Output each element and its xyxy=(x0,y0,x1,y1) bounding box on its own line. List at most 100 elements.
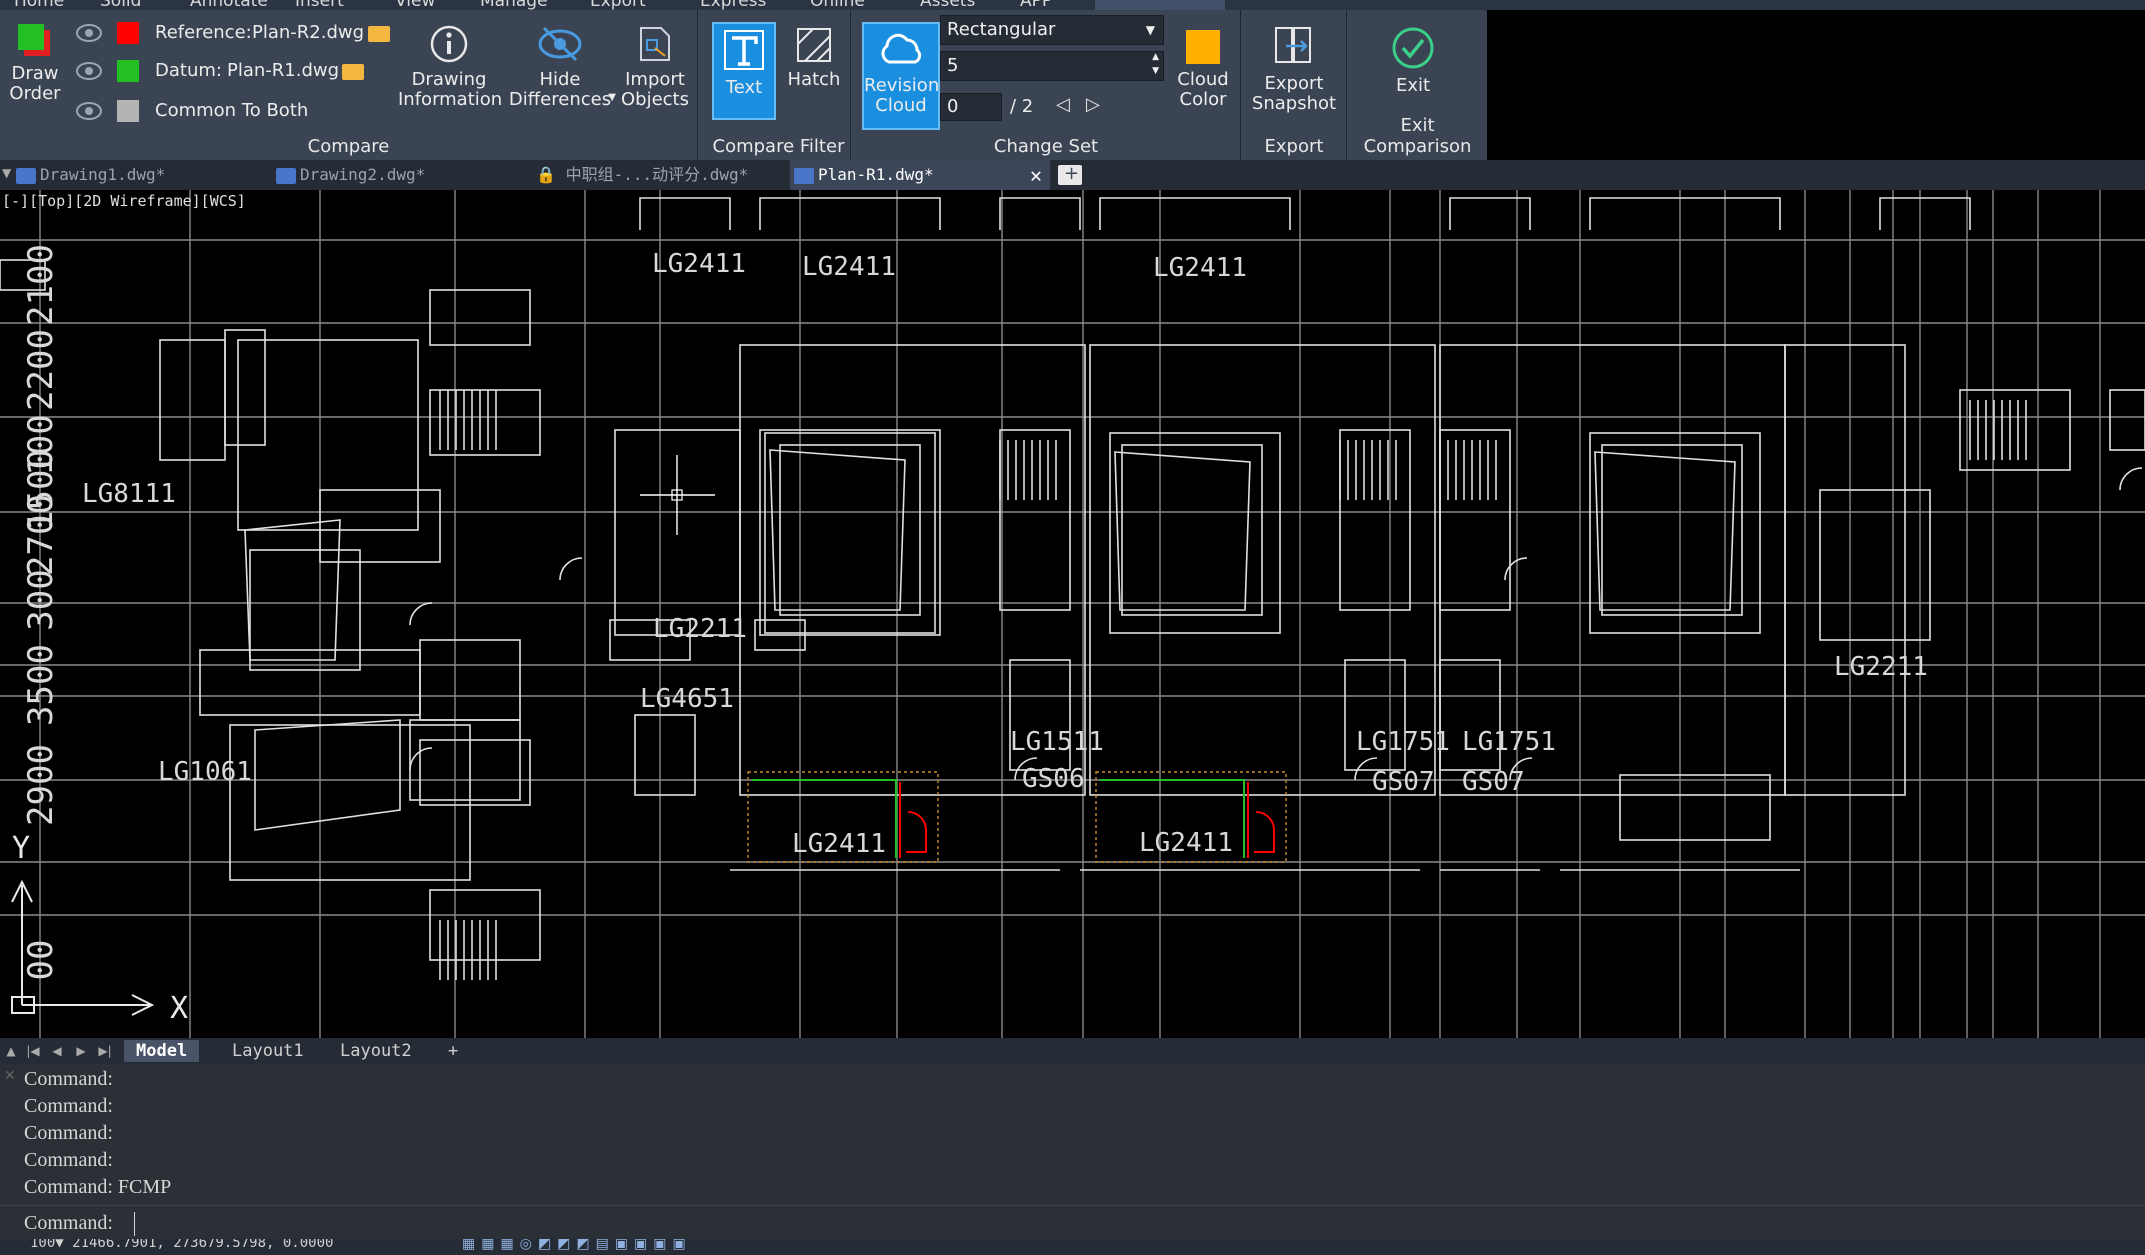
dimension-label: 2100 xyxy=(21,244,61,326)
tab-drawing2[interactable]: Drawing2.dwg* xyxy=(276,160,526,190)
crosshair-cursor xyxy=(640,455,715,535)
layout-last-icon[interactable]: ▶| xyxy=(96,1042,114,1060)
compare-panel-title: Compare xyxy=(307,136,390,157)
reference-color-swatch[interactable] xyxy=(117,22,139,44)
text-filter-label: Text xyxy=(725,77,763,98)
hide-differences-label: Hide Differences xyxy=(508,69,612,110)
tab-model[interactable]: Model xyxy=(124,1040,200,1062)
menu-view[interactable]: View xyxy=(395,0,435,10)
wall-outline xyxy=(429,889,541,961)
command-input[interactable]: Command: xyxy=(0,1205,2145,1240)
reference-folder-icon[interactable] xyxy=(368,26,390,42)
dimension-label: 00 xyxy=(21,940,61,981)
hide-differences-button[interactable]: Hide Differences ▼ xyxy=(508,24,616,110)
datum-color-swatch[interactable] xyxy=(117,60,139,82)
change-index-field[interactable]: 0 xyxy=(940,93,1002,121)
previous-change-icon[interactable]: ◁ xyxy=(1056,94,1070,115)
drawing-viewport[interactable]: 2100 2200 100 1500 2700 300 3500 2900 00 LG2411 LG… xyxy=(0,190,2145,1038)
dropdown-arrow-icon[interactable]: ▼ xyxy=(608,88,616,108)
status-toggle-icons[interactable]: ▦▦▦◎◩◩◩▤▣▣▣▣ xyxy=(462,1239,692,1252)
hatch-filter-button[interactable]: Hatch xyxy=(783,26,845,90)
tab-drawing1[interactable]: Drawing1.dwg* xyxy=(16,160,266,190)
close-tab-icon[interactable]: ✕ xyxy=(1030,160,1042,190)
command-history-line: Command: FCMP xyxy=(24,1176,172,1198)
exit-button[interactable]: Exit xyxy=(1373,26,1453,96)
menu-manage[interactable]: Manage xyxy=(480,0,548,10)
common-label: Common To Both xyxy=(155,100,309,121)
dimension-label: 300 xyxy=(21,569,61,630)
next-change-icon[interactable]: ▷ xyxy=(1086,94,1100,115)
room-label: GS07 xyxy=(1372,767,1435,797)
dimension-label: 2700 xyxy=(21,494,61,576)
reference-visibility-eye-icon[interactable] xyxy=(76,24,102,42)
layout-next-icon[interactable]: ▶ xyxy=(72,1042,90,1060)
reference-file: Plan-R2.dwg xyxy=(252,22,365,43)
revision-cloud-button[interactable]: Revision Cloud xyxy=(862,22,940,130)
new-tab-button[interactable]: + xyxy=(1058,163,1082,185)
cloud-icon xyxy=(881,33,922,64)
export-snapshot-icon xyxy=(1275,27,1311,63)
close-command-panel-icon[interactable]: ✕ xyxy=(4,1068,16,1084)
ucs-x-label: X xyxy=(170,991,188,1026)
command-history-line: Command: xyxy=(24,1068,113,1090)
drawing-information-button[interactable]: Drawing Information xyxy=(398,24,502,110)
menu-file-compare-tab[interactable] xyxy=(1095,0,1225,10)
cloud-size-value: 5 xyxy=(947,55,959,76)
text-cursor xyxy=(134,1212,135,1236)
layout-first-icon[interactable]: |◀ xyxy=(24,1042,42,1060)
wall-outline xyxy=(419,639,521,721)
info-icon xyxy=(430,25,468,63)
balcony-outline xyxy=(1449,197,1531,230)
menu-home[interactable]: Home xyxy=(14,0,64,10)
export-snapshot-button[interactable]: Export Snapshot xyxy=(1250,24,1338,114)
tab-locked-drawing[interactable]: 🔒 中职组-...动评分.dwg* xyxy=(536,160,786,190)
tab-layout2[interactable]: Layout2 xyxy=(328,1040,424,1062)
menu-annotate[interactable]: Annotate xyxy=(190,0,268,10)
room-label: LG4651 xyxy=(640,684,734,714)
wall-outline xyxy=(2109,389,2145,451)
tabs-menu-icon[interactable]: ▼ xyxy=(2,166,11,180)
menu-assets[interactable]: Assets xyxy=(920,0,975,10)
common-visibility-eye-icon[interactable] xyxy=(76,102,102,120)
shape-select-value: Rectangular xyxy=(947,19,1056,40)
menu-export[interactable]: Export xyxy=(590,0,646,10)
wall-outline xyxy=(419,739,531,806)
tab-locked-drawing-label: 中职组-...动评分.dwg* xyxy=(565,165,749,184)
datum-visibility-eye-icon[interactable] xyxy=(76,62,102,80)
layout-scroll-up-icon[interactable]: ▲ xyxy=(2,1042,20,1060)
datum-folder-icon[interactable] xyxy=(342,64,364,80)
room-label: LG1061 xyxy=(158,757,252,787)
reference-difference xyxy=(1247,782,1275,858)
room-label: LG8111 xyxy=(82,479,176,509)
common-color-swatch[interactable] xyxy=(117,100,139,122)
menu-solid[interactable]: Solid xyxy=(100,0,141,10)
text-filter-button[interactable]: Text xyxy=(712,22,776,120)
door-swing xyxy=(1504,557,1528,581)
room-label: LG2411 xyxy=(802,252,896,282)
import-objects-button[interactable]: Import Objects xyxy=(620,24,690,110)
tab-layout1[interactable]: Layout1 xyxy=(220,1040,316,1062)
layout-prev-icon[interactable]: ◀ xyxy=(48,1042,66,1060)
tab-plan-r1-label: Plan-R1.dwg* xyxy=(818,165,934,184)
datum-file: Plan-R1.dwg xyxy=(227,60,340,81)
menu-express[interactable]: Express xyxy=(700,0,766,10)
menu-app[interactable]: APP xyxy=(1020,0,1052,10)
stepper-arrows-icon[interactable]: ▲ ▼ xyxy=(1152,50,1159,78)
wall-outline xyxy=(1784,344,1906,796)
shape-select[interactable]: Rectangular ▼ xyxy=(940,15,1164,45)
floor-plan-drawing: 21002200100150027003003500290000LG2411 LG… xyxy=(0,190,2145,1038)
export-panel-title: Export xyxy=(1264,136,1324,157)
menu-online[interactable]: Online xyxy=(810,0,865,10)
add-layout-tab[interactable]: + xyxy=(436,1040,470,1062)
menu-insert[interactable]: Insert xyxy=(295,0,344,10)
hide-eye-icon xyxy=(538,26,582,62)
tab-plan-r1[interactable]: Plan-R1.dwg* ✕ xyxy=(790,160,1050,190)
cloud-size-stepper[interactable]: 5 ▲ ▼ xyxy=(940,51,1164,81)
dwg-file-icon xyxy=(794,167,814,184)
import-objects-icon xyxy=(640,27,670,61)
cloud-color-button[interactable]: Cloud Color xyxy=(1170,30,1236,110)
cloud-color-label: Cloud Color xyxy=(1177,69,1229,110)
exit-label: Exit xyxy=(1395,75,1431,96)
balcony-outline xyxy=(1589,197,1781,230)
viewport-controls-label[interactable]: [-][Top][2D Wireframe][WCS] xyxy=(2,192,246,210)
